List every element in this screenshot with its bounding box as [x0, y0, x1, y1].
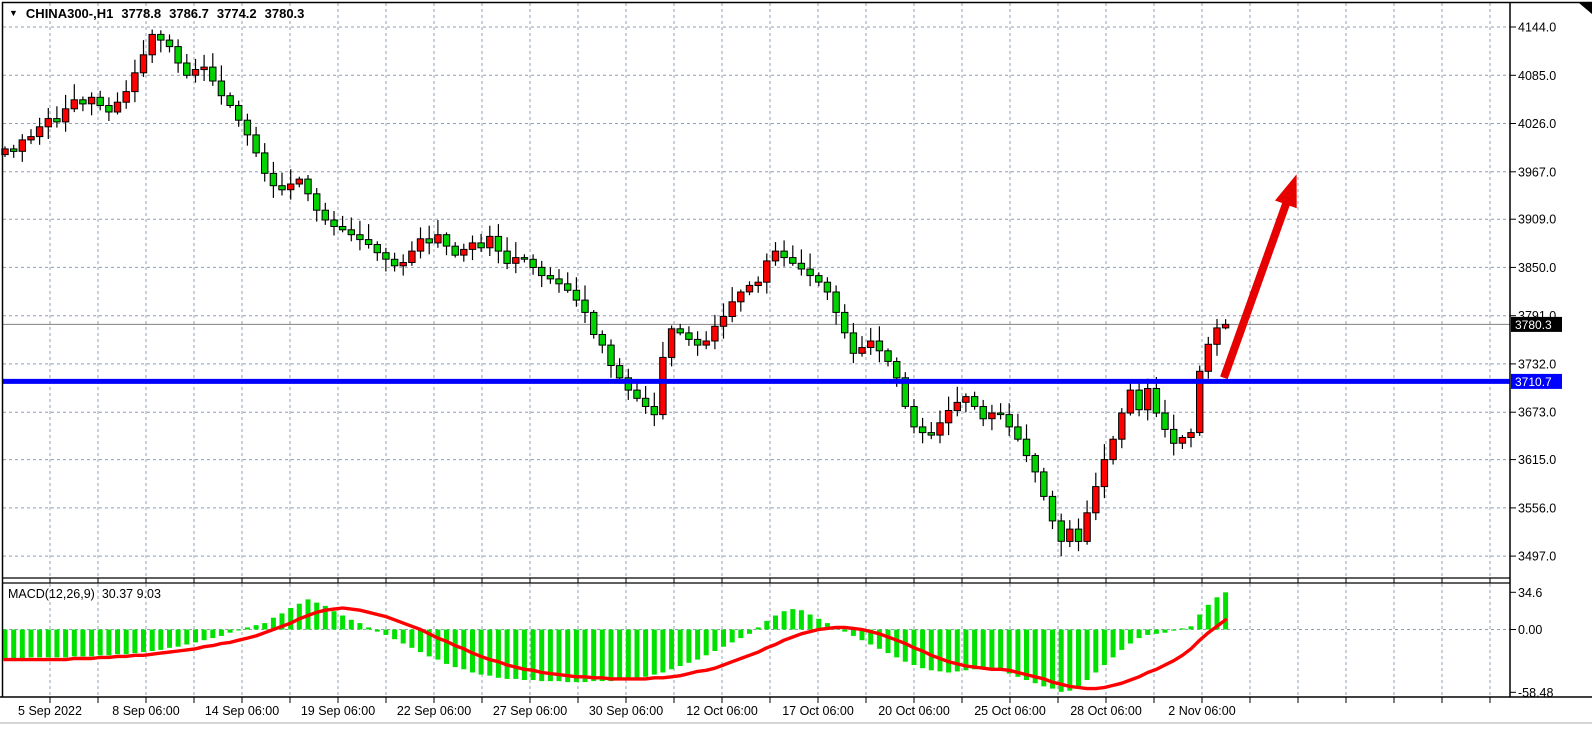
chart-window: 4144.04085.04026.03967.03909.03850.03791…	[0, 0, 1592, 730]
main-chart-pane[interactable]	[3, 3, 1510, 578]
price-axis[interactable]	[1510, 3, 1592, 697]
time-axis[interactable]	[0, 697, 1592, 730]
macd-pane[interactable]	[3, 583, 1510, 697]
